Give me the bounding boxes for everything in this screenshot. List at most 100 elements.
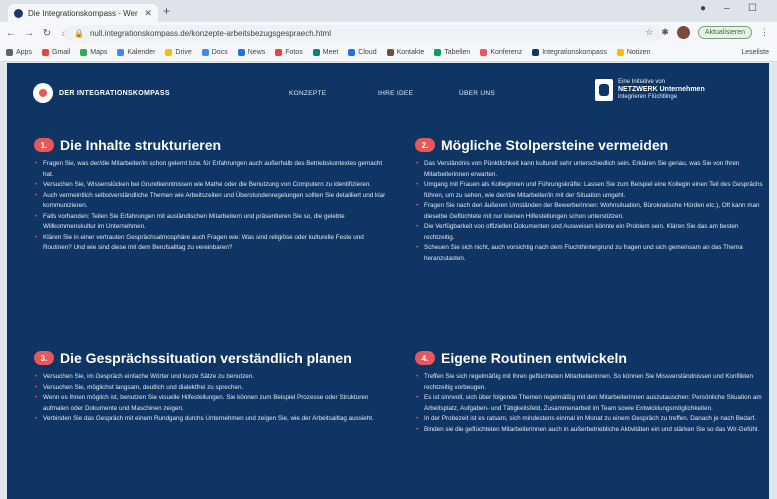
section-stolpersteine: 2. Mögliche Stolpersteine vermeiden Das … <box>415 137 769 264</box>
partner-logo[interactable]: Eine Initiative von NETZWERK Unternehmen… <box>595 79 705 101</box>
list-item: Wenn es Ihnen möglich ist, benutzen Sie … <box>34 393 389 414</box>
network-seal-icon <box>595 79 613 101</box>
favicon-icon <box>14 8 23 18</box>
back-icon[interactable]: ← <box>4 28 18 39</box>
section-inhalte: 1. Die Inhalte strukturieren Fragen Sie,… <box>34 137 389 254</box>
tab-strip: Die Integrationskompass - Wer Ist ✕ + ● … <box>0 0 777 22</box>
browser-toolbar: ← → ↻ ⌂ 🔒 null.integrationskompass.de/ko… <box>0 22 777 44</box>
bookmark-icon <box>434 49 442 56</box>
bookmark-item[interactable]: Notizen <box>616 49 651 56</box>
list-item: Fragen Sie, was der/die Mitarbeiter/in s… <box>34 159 389 180</box>
bookmark-icon <box>237 49 245 56</box>
nav-ihre-idee[interactable]: IHRE IDEE <box>378 90 413 97</box>
minimize-icon[interactable]: – <box>724 3 730 14</box>
bookmark-item[interactable]: Kalender <box>117 49 155 56</box>
reading-list-button[interactable]: Leseliste <box>741 49 777 56</box>
bookmarks-bar: Apps Gmail Maps Kalender Drive Docs News Fotos M… <box>0 44 777 62</box>
bookmark-item[interactable]: Integrationskompass <box>532 49 607 56</box>
section-number: 2. <box>415 138 435 152</box>
bookmark-item[interactable]: Meet <box>312 49 339 56</box>
bookmark-icon <box>201 49 209 56</box>
star-icon[interactable]: ☆ <box>645 27 653 38</box>
address-bar[interactable]: 🔒 null.integrationskompass.de/konzepte-a… <box>64 25 664 41</box>
list-item: Versuchen Sie, Wissenslücken bei Grundke… <box>34 180 389 191</box>
bookmark-label: Meet <box>322 49 339 56</box>
bookmark-label: Apps <box>16 49 32 56</box>
list-item: Das Verständnis von Pünktlichkeit kann k… <box>415 159 769 180</box>
section-number: 3. <box>34 351 54 365</box>
list-item: Versuchen Sie, im Gespräch einfache Wört… <box>34 372 389 383</box>
bookmark-label: Maps <box>90 49 108 56</box>
site-logo[interactable]: DER INTEGRATIONSKOMPASS <box>33 83 170 103</box>
bookmark-item[interactable]: Maps <box>80 49 107 56</box>
bookmark-item[interactable]: Apps <box>6 49 32 56</box>
browser-window: Die Integrationskompass - Wer Ist ✕ + ● … <box>0 0 777 499</box>
list-item: Die Verfügbarkeit von offiziellen Dokume… <box>415 222 769 243</box>
list-item: Umgang mit Frauen als Kolleginnen und Fü… <box>415 180 769 201</box>
bookmark-icon <box>480 49 488 56</box>
menu-icon[interactable]: ⋮ <box>760 27 769 38</box>
section-title: Die Inhalte strukturieren <box>60 137 222 153</box>
bookmark-item[interactable]: News <box>237 49 266 56</box>
nav-ueber-uns[interactable]: ÜBER UNS <box>459 90 495 97</box>
bookmark-icon <box>386 49 394 56</box>
section-number: 4. <box>415 351 435 365</box>
section-gespraechssituation: 3. Die Gesprächssituation verständlich p… <box>34 350 389 425</box>
bookmark-label: Kontakte <box>396 49 425 56</box>
brand-name: DER INTEGRATIONSKOMPASS <box>59 89 170 97</box>
maximize-icon[interactable]: ☐ <box>748 3 757 14</box>
section-title: Mögliche Stolpersteine vermeiden <box>441 137 669 153</box>
bookmark-icon <box>312 49 320 56</box>
bookmark-label: Konferenz <box>490 49 523 56</box>
bookmark-icon <box>348 49 356 56</box>
bookmark-item[interactable]: Docs <box>201 49 228 56</box>
bookmark-label: Fotos <box>285 49 303 56</box>
section-number: 1. <box>34 138 54 152</box>
partner-line-1: Eine Initiative von <box>618 79 666 86</box>
profile-avatar[interactable] <box>676 26 690 39</box>
section-title: Die Gesprächssituation verständlich plan… <box>60 350 352 366</box>
bookmark-icon <box>117 49 125 56</box>
list-item: In der Probezeit ist es ratsam, sich min… <box>415 414 769 425</box>
browser-tab[interactable]: Die Integrationskompass - Wer Ist ✕ <box>8 4 158 22</box>
bookmark-label: Drive <box>175 49 192 56</box>
bookmark-label: Notizen <box>626 49 651 56</box>
bookmark-item[interactable]: Drive <box>165 49 192 56</box>
list-item: Klären Sie in einer vertrauten Gesprächs… <box>34 233 389 254</box>
section-routinen: 4. Eigene Routinen entwickeln Treffen Si… <box>415 350 769 435</box>
bookmark-label: Integrationskompass <box>542 49 607 56</box>
bookmark-item[interactable]: Fotos <box>275 49 303 56</box>
bookmark-item[interactable]: Gmail <box>41 49 71 56</box>
nav-konzepte[interactable]: KONZEPTE <box>289 90 326 97</box>
reload-icon[interactable]: ↻ <box>40 28 54 39</box>
record-icon[interactable]: ● <box>700 3 706 14</box>
forward-icon[interactable]: → <box>22 28 36 39</box>
bookmark-icon <box>41 49 49 56</box>
bookmark-label: Gmail <box>51 49 71 56</box>
new-tab-icon[interactable]: + <box>163 4 170 18</box>
list-item: Versuchen Sie, möglichst langsam, deutli… <box>34 383 389 394</box>
update-button[interactable]: Aktualisieren <box>697 26 752 39</box>
list-item: Fragen Sie nach den äußeren Umständen de… <box>415 201 769 222</box>
bookmark-label: Cloud <box>358 49 377 56</box>
close-tab-icon[interactable]: ✕ <box>144 8 152 19</box>
list-item: Treffen Sie sich regelmäßig mit Ihren ge… <box>415 372 769 393</box>
bookmark-icon <box>532 49 540 56</box>
list-item: Auch vermeintlich selbstverständliche Th… <box>34 191 389 212</box>
bookmark-item[interactable]: Konferenz <box>480 49 522 56</box>
url-text: null.integrationskompass.de/konzepte-arb… <box>89 28 331 38</box>
section-title: Eigene Routinen entwickeln <box>441 350 627 366</box>
bookmark-item[interactable]: Cloud <box>348 49 377 56</box>
compass-logo-icon <box>33 83 53 103</box>
extensions-icon[interactable]: ✱ <box>661 27 669 38</box>
bookmark-icon <box>616 49 624 56</box>
section-list: Fragen Sie, was der/die Mitarbeiter/in s… <box>34 159 389 254</box>
bookmark-label: News <box>247 49 266 56</box>
lock-icon[interactable]: 🔒 <box>74 29 84 38</box>
bookmark-label: Kalender <box>127 49 156 56</box>
bookmark-item[interactable]: Kontakte <box>386 49 425 56</box>
list-item: Falls vorhanden: Teilen Sie Erfahrungen … <box>34 212 389 233</box>
section-list: Treffen Sie sich regelmäßig mit Ihren ge… <box>415 372 769 435</box>
bookmark-item[interactable]: Tabellen <box>434 49 470 56</box>
section-list: Versuchen Sie, im Gespräch einfache Wört… <box>34 372 389 425</box>
